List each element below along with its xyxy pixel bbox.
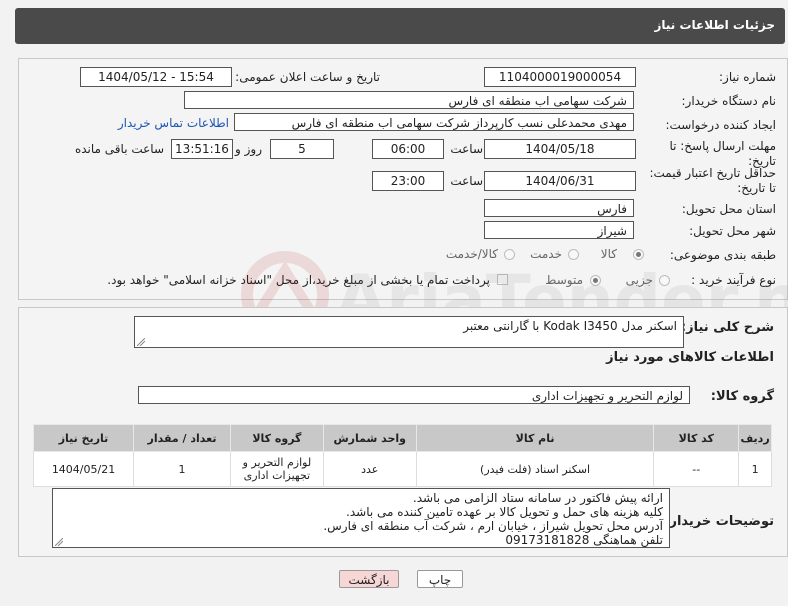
description-label: شرح کلی نیاز: bbox=[680, 320, 774, 335]
cell-unit: عدد bbox=[322, 451, 417, 487]
province-field: فارس bbox=[484, 199, 634, 217]
buyer-org-label: نام دستگاه خریدار: bbox=[681, 94, 777, 108]
items-table: ردیف کد کالا نام کالا واحد شمارش گروه کا… bbox=[32, 424, 772, 487]
table-row[interactable]: 1 -- اسکنر اسناد (فلت فیدر) عدد لوازم ال… bbox=[32, 451, 772, 487]
buyer-notes-label: توضیحات خریدار: bbox=[664, 514, 774, 529]
cell-quantity: 1 bbox=[133, 451, 231, 487]
reply-deadline-label: مهلت ارسال پاسخ: تا تاریخ: bbox=[669, 139, 776, 168]
col-unit: واحد شمارش bbox=[322, 424, 417, 452]
resize-grip-icon[interactable] bbox=[55, 538, 63, 546]
city-label: شهر محل تحویل: bbox=[689, 224, 776, 238]
buyer-contact-link[interactable]: اطلاعات تماس خریدار bbox=[118, 116, 229, 130]
description-textarea[interactable]: اسکنر مدل Kodak I3450 با گارانتی معتبر bbox=[134, 316, 684, 348]
need-number-label: شماره نیاز: bbox=[719, 70, 776, 84]
back-button[interactable]: بازگشت bbox=[339, 570, 399, 588]
remaining-time-field: 13:51:16 bbox=[171, 139, 233, 159]
col-row-number: ردیف bbox=[738, 424, 772, 452]
resize-grip-icon[interactable] bbox=[137, 338, 145, 346]
cell-item-name: اسکنر اسناد (فلت فیدر) bbox=[415, 451, 655, 487]
cell-group: لوازم التحریر و تجهیزات اداری bbox=[229, 451, 324, 487]
cell-need-date: 1404/05/21 bbox=[32, 451, 135, 487]
goods-section-title: اطلاعات کالاهای مورد نیاز bbox=[606, 350, 774, 365]
requester-field: مهدی محمدعلی نسب کارپرداز شرکت سهامی اب … bbox=[234, 113, 634, 131]
price-validity-label: حداقل تاریخ اعتبار قیمت: تا تاریخ: bbox=[649, 166, 776, 195]
table-header-row: ردیف کد کالا نام کالا واحد شمارش گروه کا… bbox=[32, 424, 772, 452]
announce-datetime-field: 1404/05/12 - 15:54 bbox=[80, 67, 232, 87]
buyer-notes-text: ارائه پیش فاکتور در سامانه ستاد الزامی م… bbox=[323, 491, 663, 547]
price-validity-time-label: ساعت bbox=[450, 174, 483, 188]
remaining-time-label: ساعت باقی مانده bbox=[74, 142, 164, 156]
cell-row-number: 1 bbox=[738, 451, 772, 487]
goods-group-label: گروه کالا: bbox=[710, 389, 774, 404]
reply-deadline-date: 1404/05/18 bbox=[484, 139, 636, 159]
goods-group-field: لوازم التحریر و تجهیزات اداری bbox=[138, 386, 690, 404]
col-group: گروه کالا bbox=[229, 424, 324, 452]
city-field: شیراز bbox=[484, 221, 634, 239]
reply-deadline-time: 06:00 bbox=[372, 139, 444, 159]
province-label: استان محل تحویل: bbox=[681, 202, 776, 216]
requester-label: ایجاد کننده درخواست: bbox=[665, 118, 776, 132]
col-need-date: تاریخ نیاز bbox=[32, 424, 135, 452]
price-validity-time: 23:00 bbox=[372, 171, 444, 191]
buyer-notes-textarea[interactable]: ارائه پیش فاکتور در سامانه ستاد الزامی م… bbox=[52, 488, 670, 548]
announce-datetime-label: تاریخ و ساعت اعلان عمومی: bbox=[235, 70, 380, 84]
buyer-org-field: شرکت سهامی اب منطقه ای فارس bbox=[184, 91, 634, 109]
reply-days-field: 5 bbox=[270, 139, 334, 159]
col-quantity: تعداد / مقدار bbox=[133, 424, 231, 452]
page-title: جزئیات اطلاعات نیاز bbox=[654, 18, 775, 32]
reply-days-label: روز و bbox=[235, 142, 262, 156]
description-text: اسکنر مدل Kodak I3450 با گارانتی معتبر bbox=[463, 319, 677, 333]
print-button[interactable]: چاپ bbox=[417, 570, 463, 588]
need-number-field: 1104000019000054 bbox=[484, 67, 636, 87]
col-item-name: نام کالا bbox=[415, 424, 655, 452]
col-item-code: کد کالا bbox=[653, 424, 740, 452]
price-validity-date: 1404/06/31 bbox=[484, 171, 636, 191]
cell-item-code: -- bbox=[653, 451, 740, 487]
reply-time-label: ساعت bbox=[450, 142, 483, 156]
